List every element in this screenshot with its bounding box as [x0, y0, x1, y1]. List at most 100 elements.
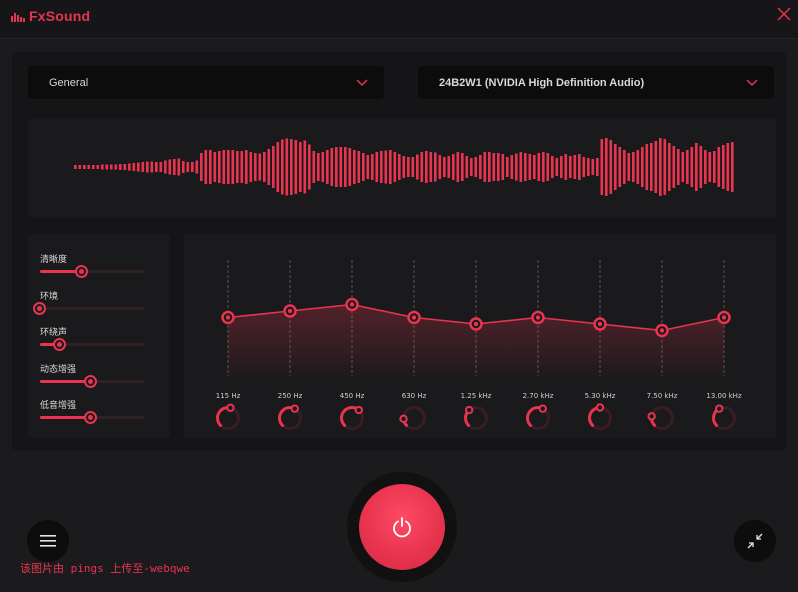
visualizer-bar — [452, 154, 455, 180]
visualizer-bar — [285, 138, 289, 196]
title-bar: FxSound — [0, 0, 798, 39]
visualizer-bar — [456, 152, 460, 182]
dial-knob[interactable] — [647, 412, 656, 421]
visualizer-bar — [497, 153, 500, 181]
eq-band-dial[interactable] — [216, 403, 240, 430]
visualizer-bar — [708, 152, 712, 182]
eq-band-frequency-label: 630 Hz — [401, 392, 427, 400]
visualizer-bar — [281, 139, 284, 195]
visualizer-bar — [371, 154, 374, 180]
eq-band-frequency-label: 7.50 kHz — [646, 392, 678, 400]
visualizer-bar — [668, 143, 671, 191]
visualizer-bar — [258, 153, 262, 181]
effect-slider-thumb[interactable] — [74, 265, 88, 278]
visualizer-bar — [357, 151, 361, 183]
eq-band-handle-dot — [287, 308, 293, 314]
visualizer-bar — [569, 156, 572, 178]
visualizer-bar — [609, 140, 613, 194]
effect-slider-thumb[interactable] — [83, 375, 97, 388]
dial-knob[interactable] — [354, 405, 364, 415]
visualizer-bar — [267, 149, 271, 185]
visualizer-bar — [308, 144, 311, 190]
visualizer-bar — [272, 146, 275, 188]
dial-knob[interactable] — [290, 404, 299, 413]
effect-slider-thumb[interactable] — [52, 338, 66, 351]
effect-slider-track[interactable] — [40, 265, 144, 278]
eq-band-dial[interactable] — [399, 406, 426, 430]
visualizer-bar — [407, 157, 410, 177]
visualizer-bar — [362, 153, 365, 181]
visualizer-bar — [384, 150, 388, 184]
visualizer-bar — [402, 156, 406, 178]
visualizer-bar — [573, 155, 577, 179]
eq-band-dial[interactable] — [526, 404, 550, 430]
minimize-view-button[interactable] — [734, 520, 776, 562]
effect-slider-track[interactable] — [40, 375, 144, 388]
visualizer-bar — [240, 151, 244, 183]
eq-band-dial[interactable] — [588, 403, 612, 430]
eq-band-dial[interactable] — [647, 406, 674, 430]
visualizer-bar — [623, 150, 626, 184]
visualizer-bar — [672, 146, 676, 188]
visualizer-bar — [177, 158, 181, 176]
dial-knob[interactable] — [226, 403, 235, 412]
preset-dropdown[interactable]: General — [28, 66, 384, 99]
visualizer-bar — [587, 158, 590, 176]
close-icon[interactable] — [776, 6, 792, 22]
eq-band-frequency-label: 2.70 kHz — [522, 392, 554, 400]
visualizer-bar — [227, 150, 230, 184]
equalizer-graph[interactable] — [184, 234, 776, 438]
eq-band-dial[interactable] — [340, 405, 364, 430]
visualizer-bar — [299, 142, 302, 192]
dial-knob[interactable] — [464, 405, 474, 415]
visualizer-bar — [578, 154, 581, 180]
visualizer-bar — [353, 150, 356, 184]
visualizer-bar — [249, 152, 253, 182]
chevron-down-icon — [356, 78, 368, 86]
dial-knob[interactable] — [399, 414, 408, 424]
visualizer-bar — [636, 150, 640, 184]
visualizer-bar — [524, 153, 527, 181]
visualizer-bar — [209, 150, 212, 184]
visualizer-bar — [533, 155, 536, 179]
visualizer-bar — [560, 156, 563, 178]
eq-band-frequency-label: 5.30 kHz — [584, 392, 616, 400]
visualizer-bar — [542, 152, 545, 182]
visualizer-bar — [231, 150, 235, 184]
visualizer-bar — [303, 140, 307, 194]
output-device-dropdown[interactable]: 24B2W1 (NVIDIA High Definition Audio) — [418, 66, 774, 99]
visualizer-bar — [438, 155, 442, 179]
dial-knob[interactable] — [595, 403, 605, 412]
dial-knob[interactable] — [538, 404, 547, 413]
visualizer-bar — [119, 164, 122, 170]
eq-band-dial[interactable] — [278, 404, 302, 430]
effect-label: 环境 — [40, 292, 59, 302]
visualizer-bar — [600, 139, 604, 195]
dial-knob[interactable] — [715, 404, 724, 413]
shrink-arrows-icon — [747, 533, 763, 549]
visualizer-bar — [389, 150, 392, 184]
audio-visualizer — [28, 118, 776, 218]
eq-band-dial[interactable] — [464, 405, 488, 430]
upload-watermark: 该图片由 pings 上传至-webqwe — [20, 562, 190, 575]
visualizer-bar — [87, 165, 91, 169]
visualizer-bar — [627, 153, 631, 181]
eq-band-handle-dot — [349, 302, 355, 307]
effect-slider-track[interactable] — [33, 302, 144, 315]
effect-slider-thumb[interactable] — [33, 302, 46, 315]
visualizer-bar — [726, 143, 730, 191]
logo-bars-icon — [11, 13, 25, 22]
effect-slider-track[interactable] — [40, 411, 144, 424]
power-button[interactable] — [359, 484, 445, 570]
visualizer-bar — [605, 138, 608, 196]
effect-slider-track[interactable] — [40, 338, 144, 351]
visualizer-bar — [96, 165, 100, 169]
visualizer-bar — [213, 152, 217, 182]
eq-band-dial[interactable] — [712, 404, 736, 430]
menu-button[interactable] — [27, 520, 69, 562]
visualizer-bar — [141, 162, 145, 172]
visualizer-bar — [695, 143, 698, 191]
visualizer-bar — [74, 165, 77, 169]
effect-slider-thumb[interactable] — [83, 411, 97, 424]
visualizer-bar — [114, 164, 118, 170]
